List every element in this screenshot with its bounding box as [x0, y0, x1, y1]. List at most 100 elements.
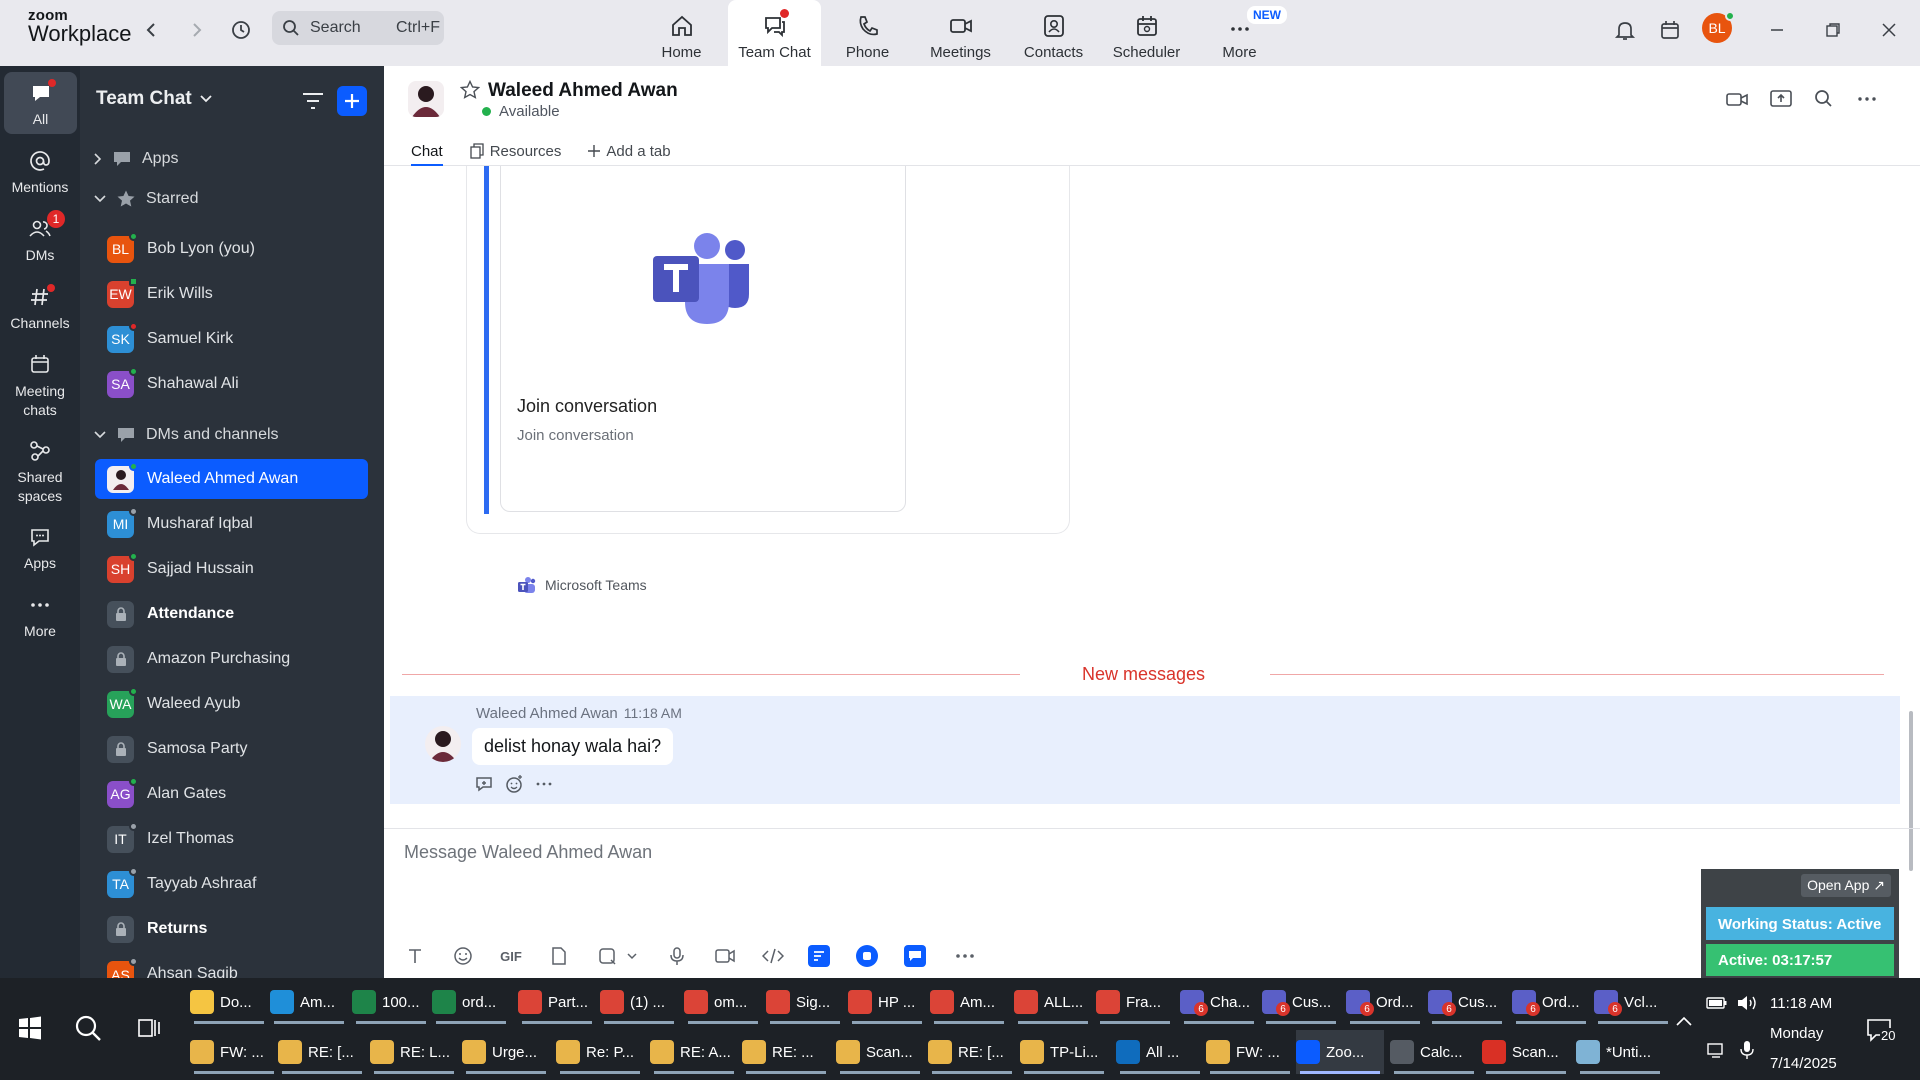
- close-icon[interactable]: [1874, 15, 1904, 45]
- microphone-icon[interactable]: [664, 943, 690, 969]
- rail-item-more[interactable]: More: [0, 592, 80, 641]
- taskbar-app-button[interactable]: Scan...: [1482, 1030, 1570, 1074]
- message-more-icon[interactable]: [534, 774, 554, 794]
- rail-item-shared-spaces[interactable]: Shared spaces: [0, 438, 80, 506]
- more-tools-icon[interactable]: [952, 943, 978, 969]
- volume-icon[interactable]: [1736, 994, 1760, 1012]
- taskbar-app-button[interactable]: Calc...: [1390, 1030, 1478, 1074]
- taskbar-app-button[interactable]: Scan...: [836, 1030, 924, 1074]
- sender-name[interactable]: Waleed Ahmed Awan: [476, 705, 618, 722]
- notification-center-icon[interactable]: 20: [1866, 1018, 1897, 1043]
- taskbar-app-button[interactable]: Am...: [270, 980, 348, 1024]
- contact-avatar[interactable]: [408, 81, 444, 117]
- app-shortcut-icon[interactable]: [808, 945, 830, 967]
- rail-item-all[interactable]: All: [4, 72, 77, 134]
- emoji-icon[interactable]: [450, 943, 476, 969]
- file-icon[interactable]: [546, 943, 572, 969]
- taskbar-app-button[interactable]: All ...: [1116, 1030, 1204, 1074]
- scrollbar[interactable]: [1906, 166, 1916, 871]
- taskbar-app-button[interactable]: RE: A...: [650, 1030, 738, 1074]
- nav-tab-more[interactable]: NEW More: [1193, 0, 1287, 66]
- rail-item-meeting-chats[interactable]: Meeting chats: [0, 352, 80, 420]
- taskbar-app-button[interactable]: RE: L...: [370, 1030, 458, 1074]
- chat-row-selected[interactable]: Waleed Ahmed Awan: [95, 459, 368, 499]
- taskbar-app-button[interactable]: 100...: [352, 980, 430, 1024]
- card-title[interactable]: Join conversation: [517, 396, 657, 417]
- chat-row[interactable]: IT Izel Thomas: [95, 819, 368, 859]
- search-icon[interactable]: [74, 1014, 102, 1042]
- taskbar-app-button[interactable]: Fra...: [1096, 980, 1174, 1024]
- chat-row[interactable]: EW Erik Wills: [95, 274, 368, 314]
- nav-tab-contacts[interactable]: Contacts: [1007, 0, 1100, 66]
- channel-row[interactable]: Samosa Party: [95, 729, 368, 769]
- chat-row[interactable]: WA Waleed Ayub: [95, 684, 368, 724]
- taskbar-app-button[interactable]: 6 Cus...: [1262, 980, 1340, 1024]
- channel-row[interactable]: Returns: [95, 909, 368, 949]
- chat-row[interactable]: SH Sajjad Hussain: [95, 549, 368, 589]
- minimize-icon[interactable]: [1762, 15, 1792, 45]
- bell-icon[interactable]: [1610, 15, 1640, 45]
- taskbar-app-button[interactable]: Zoo...: [1296, 1030, 1384, 1074]
- code-icon[interactable]: [760, 943, 786, 969]
- taskbar-app-button[interactable]: RE: ...: [742, 1030, 830, 1074]
- rail-item-dms[interactable]: 1 DMs: [0, 210, 80, 265]
- reply-icon[interactable]: [474, 774, 494, 794]
- restore-icon[interactable]: [1818, 15, 1848, 45]
- gif-button[interactable]: GIF: [498, 943, 524, 969]
- taskbar-app-button[interactable]: 6 Ord...: [1512, 980, 1590, 1024]
- open-app-button[interactable]: Open App ↗: [1801, 874, 1891, 897]
- system-clock[interactable]: 11:18 AM Monday 7/14/2025: [1770, 989, 1837, 1079]
- video-call-icon[interactable]: [1724, 86, 1750, 112]
- section-apps[interactable]: Apps: [94, 150, 178, 168]
- taskbar-app-button[interactable]: *Unti...: [1576, 1030, 1664, 1074]
- taskbar-app-button[interactable]: RE: [...: [928, 1030, 1016, 1074]
- app-shortcut-icon[interactable]: [904, 945, 926, 967]
- back-arrow-icon[interactable]: [136, 15, 166, 45]
- taskbar-app-button[interactable]: Re: P...: [556, 1030, 644, 1074]
- taskbar-app-button[interactable]: ALL...: [1014, 980, 1092, 1024]
- chat-row[interactable]: BL Bob Lyon (you): [95, 229, 368, 269]
- calendar-icon[interactable]: [1655, 15, 1685, 45]
- taskbar-app-button[interactable]: om...: [684, 980, 762, 1024]
- taskbar-app-button[interactable]: TP-Li...: [1020, 1030, 1108, 1074]
- message-row[interactable]: Waleed Ahmed Awan 11:18 AM delist honay w…: [390, 696, 1900, 804]
- screenshot-icon[interactable]: [594, 943, 620, 969]
- taskbar-app-button[interactable]: Sig...: [766, 980, 844, 1024]
- new-chat-button[interactable]: [337, 86, 367, 116]
- emoji-react-icon[interactable]: [504, 774, 524, 794]
- rail-item-channels[interactable]: Channels: [0, 284, 80, 333]
- sidebar-title[interactable]: Team Chat: [96, 88, 212, 110]
- nav-tab-team-chat[interactable]: Team Chat: [728, 0, 821, 66]
- taskbar-app-button[interactable]: RE: [...: [278, 1030, 366, 1074]
- windows-start-icon[interactable]: [18, 1016, 42, 1040]
- rail-item-mentions[interactable]: Mentions: [0, 148, 80, 197]
- video-message-icon[interactable]: [712, 943, 738, 969]
- star-icon[interactable]: [460, 80, 480, 100]
- chat-row[interactable]: TA Tayyab Ashraaf: [95, 864, 368, 904]
- taskbar-app-button[interactable]: FW: ...: [190, 1030, 278, 1074]
- share-screen-icon[interactable]: [1768, 86, 1794, 112]
- taskbar-app-button[interactable]: Part...: [518, 980, 596, 1024]
- history-icon[interactable]: [226, 15, 256, 45]
- task-view-icon[interactable]: [137, 1016, 161, 1040]
- taskbar-app-button[interactable]: HP ...: [848, 980, 926, 1024]
- channel-row[interactable]: Amazon Purchasing: [95, 639, 368, 679]
- taskbar-app-button[interactable]: Urge...: [462, 1030, 550, 1074]
- chevron-up-icon[interactable]: [1676, 1016, 1692, 1026]
- nav-tab-scheduler[interactable]: Scheduler: [1100, 0, 1193, 66]
- format-text-icon[interactable]: [402, 943, 428, 969]
- user-avatar[interactable]: BL: [1702, 11, 1735, 43]
- nav-tab-phone[interactable]: Phone: [821, 0, 914, 66]
- teams-card[interactable]: [500, 166, 906, 512]
- nav-tab-meetings[interactable]: Meetings: [914, 0, 1007, 66]
- taskbar-app-button[interactable]: Do...: [190, 980, 268, 1024]
- section-dms-channels[interactable]: DMs and channels: [94, 426, 279, 444]
- taskbar-app-button[interactable]: 6 Vcl...: [1594, 980, 1672, 1024]
- search-box[interactable]: Search Ctrl+F: [272, 11, 444, 45]
- taskbar-app-button[interactable]: 6 Cus...: [1428, 980, 1506, 1024]
- forward-arrow-icon[interactable]: [182, 15, 212, 45]
- app-shortcut-icon[interactable]: [856, 945, 878, 967]
- taskbar-app-button[interactable]: (1) ...: [600, 980, 678, 1024]
- more-options-icon[interactable]: [1854, 86, 1880, 112]
- network-icon[interactable]: [1706, 1042, 1728, 1058]
